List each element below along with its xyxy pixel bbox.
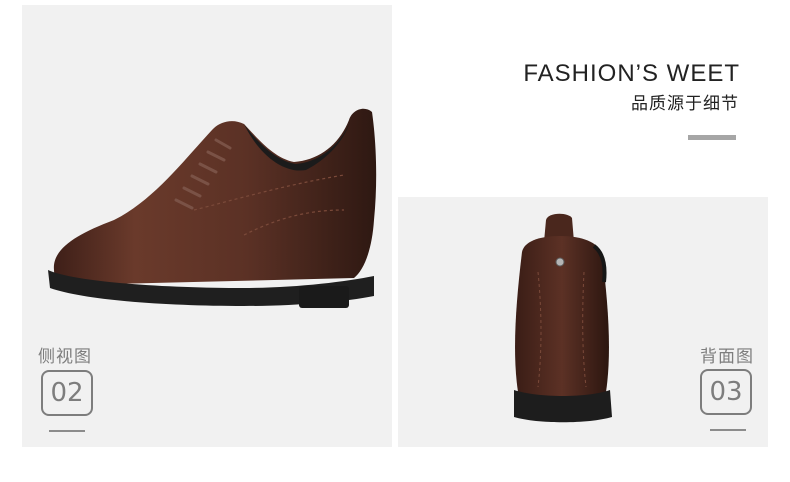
side-view-number: 02 — [41, 370, 93, 416]
side-view-shoe-image — [48, 108, 377, 308]
back-view-number: 03 — [700, 369, 752, 415]
back-view-underline — [710, 429, 746, 431]
back-view-shoe-image — [514, 213, 612, 423]
decorative-divider — [688, 135, 736, 140]
side-view-underline — [49, 430, 85, 432]
side-view-panel: 侧视图 02 — [22, 5, 392, 447]
back-view-panel: 背面图 03 — [398, 197, 768, 447]
side-view-label: 侧视图 — [38, 347, 92, 367]
brand-subtitle: 品质源于细节 — [631, 94, 739, 114]
brand-title: FASHION’S WEET — [523, 60, 740, 87]
back-view-label: 背面图 — [700, 347, 754, 367]
